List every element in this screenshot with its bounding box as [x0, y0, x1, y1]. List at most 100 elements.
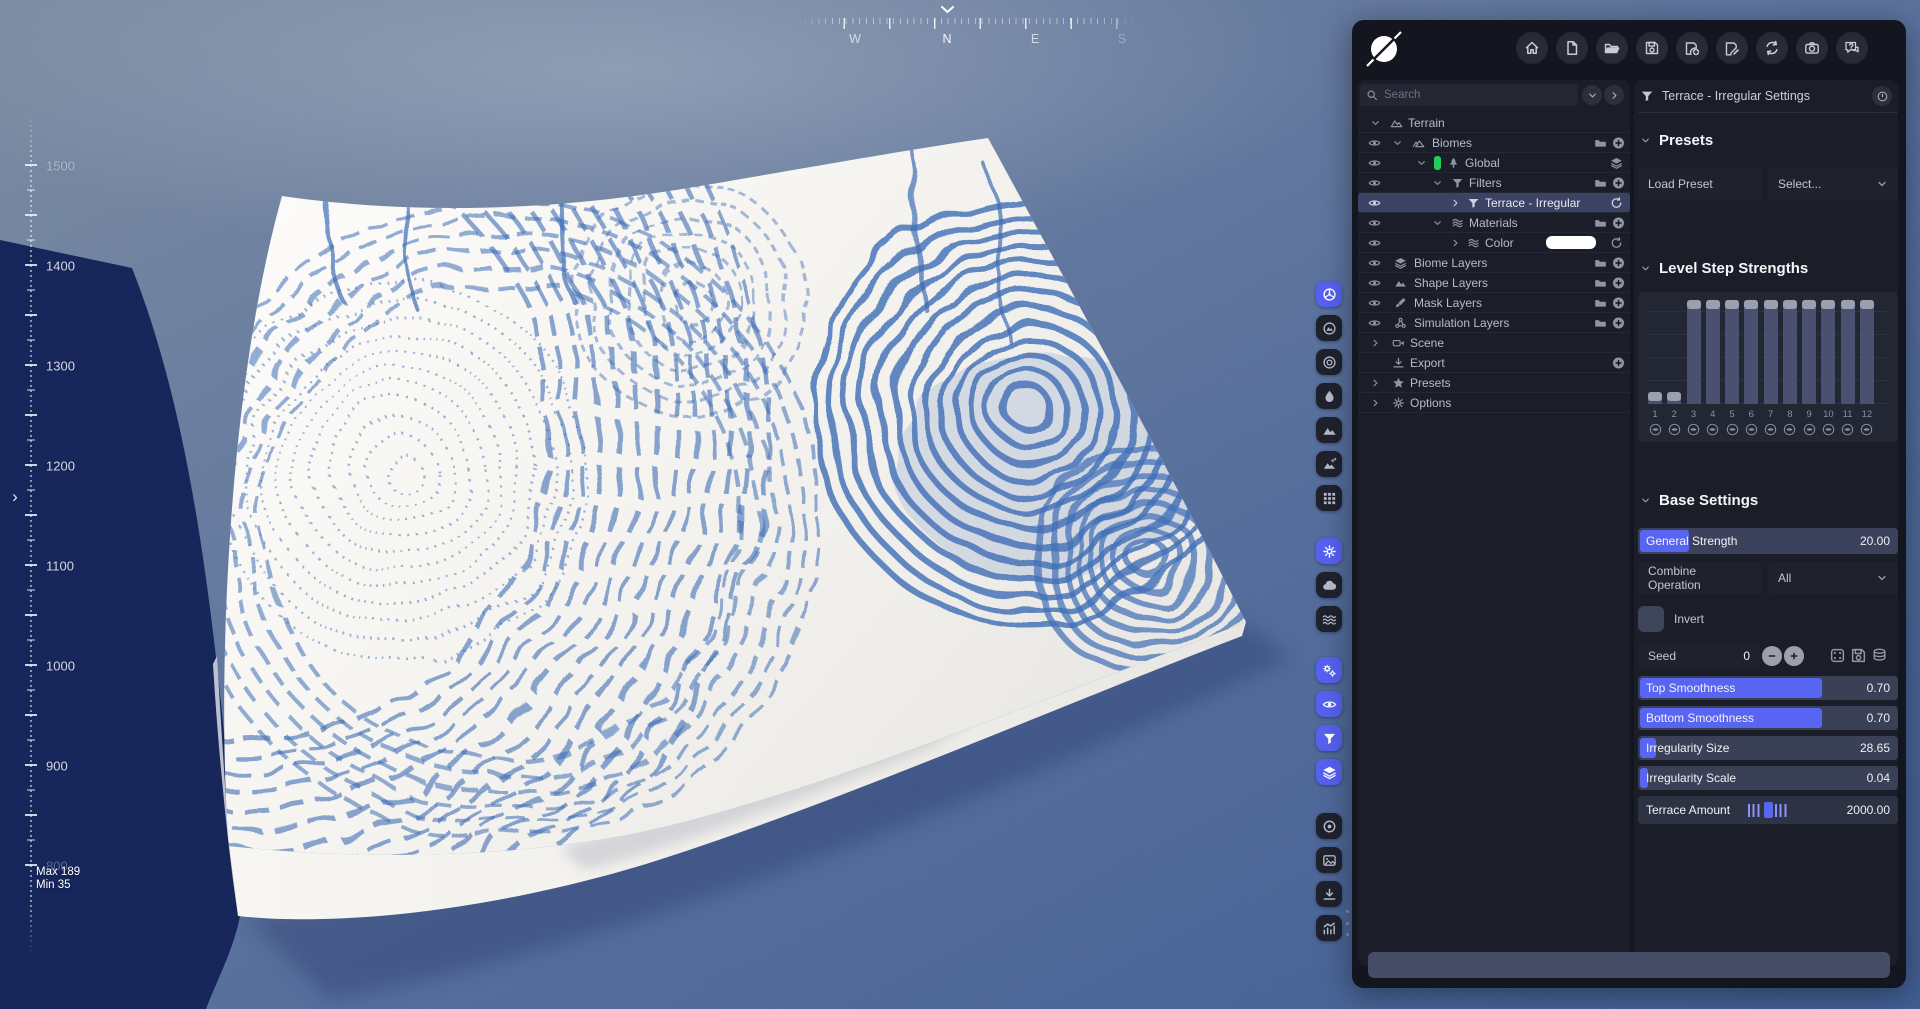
- orb-ring-button[interactable]: [1316, 349, 1342, 375]
- tree-item-materials[interactable]: Materials: [1358, 213, 1630, 233]
- level-bar[interactable]: [1687, 300, 1701, 404]
- level-bar[interactable]: [1802, 300, 1816, 404]
- search-collapse-button[interactable]: [1582, 85, 1602, 105]
- add-icon[interactable]: [1612, 356, 1625, 369]
- add-icon[interactable]: [1612, 296, 1625, 309]
- level-bar-eye-toggle[interactable]: [1802, 423, 1816, 437]
- add-icon[interactable]: [1612, 276, 1625, 289]
- irregularity-scale-slider[interactable]: Irregularity Scale 0.04: [1638, 766, 1898, 790]
- layers-button[interactable]: [1316, 759, 1342, 785]
- level-bar[interactable]: [1667, 392, 1681, 404]
- level-bar-eye-toggle[interactable]: [1783, 423, 1797, 437]
- level-bar[interactable]: [1764, 300, 1778, 404]
- level-steps-section-header[interactable]: Level Step Strengths: [1640, 260, 1808, 277]
- terrace-amount-scrubber[interactable]: [1748, 802, 1789, 818]
- save-button[interactable]: [1636, 32, 1668, 64]
- filters-button[interactable]: [1316, 725, 1342, 751]
- level-bar-eye-toggle[interactable]: [1706, 423, 1720, 437]
- level-bar-eye-toggle[interactable]: [1764, 423, 1778, 437]
- chevron-down-icon[interactable]: [1370, 117, 1381, 128]
- eye-icon[interactable]: [1368, 216, 1381, 229]
- eye-icon[interactable]: [1368, 196, 1381, 209]
- add-icon[interactable]: [1612, 176, 1625, 189]
- chevron-right-icon[interactable]: [1450, 237, 1461, 248]
- tree-item-export[interactable]: Export: [1358, 353, 1630, 373]
- weather-button[interactable]: [1316, 572, 1342, 598]
- add-icon[interactable]: [1612, 256, 1625, 269]
- level-bar-eye-toggle[interactable]: [1744, 423, 1758, 437]
- chevron-right-icon[interactable]: [1370, 337, 1381, 348]
- left-panel-expander[interactable]: ›: [6, 484, 24, 510]
- level-bar[interactable]: [1648, 392, 1662, 404]
- tree-item-options[interactable]: Options: [1358, 393, 1630, 413]
- terrain-shape-button[interactable]: [1316, 417, 1342, 443]
- tree-item-shape-layers[interactable]: Shape Layers: [1358, 273, 1630, 293]
- folder-icon[interactable]: [1594, 136, 1607, 149]
- presets-section-header[interactable]: Presets: [1640, 132, 1713, 149]
- chevron-down-icon[interactable]: [1392, 137, 1403, 148]
- eye-icon[interactable]: [1368, 156, 1381, 169]
- search-next-button[interactable]: [1604, 85, 1624, 105]
- water-button[interactable]: [1316, 383, 1342, 409]
- search-input[interactable]: [1384, 89, 1572, 101]
- add-icon[interactable]: [1612, 216, 1625, 229]
- tree-item-color[interactable]: Color: [1358, 233, 1630, 253]
- screenshot-button[interactable]: [1796, 32, 1828, 64]
- tree-item-global[interactable]: Global: [1358, 153, 1630, 173]
- chevron-right-icon[interactable]: [1370, 397, 1381, 408]
- tree-item-mask-layers[interactable]: Mask Layers: [1358, 293, 1630, 313]
- tree-item-scene[interactable]: Scene: [1358, 333, 1630, 353]
- chevron-down-icon[interactable]: [1416, 157, 1427, 168]
- refresh-icon[interactable]: [1610, 236, 1623, 249]
- seed-decrement-button[interactable]: [1762, 646, 1782, 666]
- statistics-button[interactable]: [1316, 915, 1342, 941]
- panel-drag-handle[interactable]: [1345, 910, 1349, 936]
- level-bar[interactable]: [1783, 300, 1797, 404]
- seed-field[interactable]: Seed 0: [1638, 644, 1760, 668]
- home-button[interactable]: [1516, 32, 1548, 64]
- open-button[interactable]: [1596, 32, 1628, 64]
- level-bar[interactable]: [1725, 300, 1739, 404]
- folder-icon[interactable]: [1594, 296, 1607, 309]
- eye-icon[interactable]: [1368, 236, 1381, 249]
- add-icon[interactable]: [1612, 316, 1625, 329]
- chevron-down-icon[interactable]: [1432, 217, 1443, 228]
- automation-button[interactable]: [1316, 657, 1342, 683]
- folder-icon[interactable]: [1594, 176, 1607, 189]
- seed-increment-button[interactable]: [1784, 646, 1804, 666]
- folder-icon[interactable]: [1594, 256, 1607, 269]
- refresh-icon[interactable]: [1610, 196, 1623, 209]
- eye-icon[interactable]: [1368, 136, 1381, 149]
- seed-history-button[interactable]: [1871, 647, 1888, 664]
- eye-icon[interactable]: [1368, 176, 1381, 189]
- level-bar[interactable]: [1860, 300, 1874, 404]
- new-file-button[interactable]: [1556, 32, 1588, 64]
- level-bar[interactable]: [1821, 300, 1835, 404]
- irregularity-size-slider[interactable]: Irregularity Size 28.65: [1638, 736, 1898, 760]
- tree-item-presets[interactable]: Presets: [1358, 373, 1630, 393]
- invert-checkbox[interactable]: [1638, 606, 1664, 632]
- settings-power-button[interactable]: [1872, 86, 1892, 106]
- eye-icon[interactable]: [1368, 296, 1381, 309]
- color-swatch[interactable]: [1546, 236, 1596, 249]
- level-bar-eye-toggle[interactable]: [1725, 423, 1739, 437]
- record-button[interactable]: [1316, 813, 1342, 839]
- capture-image-button[interactable]: [1316, 847, 1342, 873]
- tree-item-terrace-irregular[interactable]: Terrace - Irregular: [1358, 193, 1630, 213]
- add-icon[interactable]: [1612, 136, 1625, 149]
- level-bar[interactable]: [1706, 300, 1720, 404]
- level-bar-eye-toggle[interactable]: [1821, 423, 1835, 437]
- terrain-generate-button[interactable]: [1316, 451, 1342, 477]
- eye-icon[interactable]: [1368, 276, 1381, 289]
- base-settings-section-header[interactable]: Base Settings: [1640, 492, 1758, 509]
- visibility-button[interactable]: [1316, 691, 1342, 717]
- chevron-down-icon[interactable]: [1432, 177, 1443, 188]
- tree-item-filters[interactable]: Filters: [1358, 173, 1630, 193]
- tree-item-biome-layers[interactable]: Biome Layers: [1358, 253, 1630, 273]
- seed-randomize-button[interactable]: [1829, 647, 1846, 664]
- level-bar[interactable]: [1841, 300, 1855, 404]
- level-bar-eye-toggle[interactable]: [1648, 423, 1662, 437]
- seed-save-button[interactable]: [1850, 647, 1867, 664]
- tree-item-terrain[interactable]: Terrain: [1358, 113, 1630, 133]
- settings-gear-button[interactable]: [1316, 538, 1342, 564]
